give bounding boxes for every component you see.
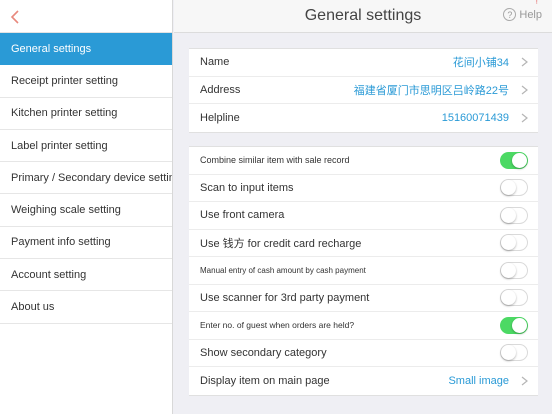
sidebar-item-payment-info[interactable]: Payment info setting	[0, 227, 172, 260]
helpline-row[interactable]: Helpline 15160071439	[189, 104, 538, 132]
sidebar-item-weighing-scale[interactable]: Weighing scale setting	[0, 194, 172, 227]
scan-to-input-toggle[interactable]	[500, 179, 528, 197]
option-row: Manual entry of cash amount by cash paym…	[189, 257, 538, 285]
front-camera-toggle[interactable]	[500, 206, 528, 224]
name-label: Name	[200, 56, 230, 69]
option-row: Use front camera	[189, 202, 538, 230]
name-row[interactable]: Name 花间小铺34	[189, 49, 538, 77]
option-label: Combine similar item with sale record	[200, 155, 350, 166]
sidebar-item-label: Payment info setting	[11, 236, 111, 249]
sidebar-item-label: General settings	[11, 42, 92, 55]
sidebar-item-receipt-printer[interactable]: Receipt printer setting	[0, 65, 172, 98]
question-icon: ?	[503, 8, 517, 21]
sidebar-item-label: About us	[11, 301, 55, 314]
toggle-knob	[501, 207, 516, 223]
credit-card-recharge-toggle[interactable]	[500, 234, 528, 252]
option-row: Show secondary category	[189, 340, 538, 367]
option-row: Use scanner for 3rd party payment	[189, 285, 538, 312]
chevron-right-icon	[521, 57, 528, 67]
toggle-knob	[512, 152, 527, 168]
scanner-3rd-party-toggle[interactable]	[500, 289, 528, 307]
store-info-group: Name 花间小铺34 Address 福建省厦门市思明区吕岭路22号 Help…	[189, 48, 538, 133]
toggle-knob	[501, 180, 516, 196]
option-label: Show secondary category	[200, 346, 327, 359]
sidebar-item-label: Receipt printer setting	[11, 74, 118, 87]
address-label: Address	[200, 83, 241, 96]
option-label: Use scanner for 3rd party payment	[200, 291, 370, 304]
sidebar-item-label: Weighing scale setting	[11, 204, 121, 217]
sidebar-item-label-printer[interactable]: Label printer setting	[0, 130, 172, 163]
sidebar-item-kitchen-printer[interactable]: Kitchen printer setting	[0, 98, 172, 130]
option-row: Use 钱方 for credit card recharge	[189, 230, 538, 257]
sidebar-item-primary-secondary-device[interactable]: Primary / Secondary device setting	[0, 162, 172, 195]
option-label: Use 钱方 for credit card recharge	[200, 237, 362, 250]
sidebar: General settings Receipt printer setting…	[0, 0, 173, 414]
page-title: General settings	[304, 7, 422, 24]
toggle-knob	[501, 235, 516, 251]
chevron-right-icon	[521, 113, 528, 123]
sidebar-item-general-settings[interactable]: General settings	[0, 33, 172, 66]
helpline-value: 15160071439	[441, 111, 509, 124]
option-row: Scan to input items	[189, 175, 538, 202]
sidebar-item-label: Account setting	[11, 268, 87, 281]
help-label: Help	[519, 8, 542, 21]
sidebar-header	[0, 0, 172, 33]
main-panel: General settings ? Help Name 花间小铺34 Addr…	[174, 0, 552, 414]
display-item-row[interactable]: Display item on main page Small image	[189, 367, 538, 395]
toggle-knob	[501, 345, 516, 361]
sidebar-item-label: Label printer setting	[11, 139, 108, 152]
helpline-label: Helpline	[200, 111, 240, 124]
option-label: Manual entry of cash amount by cash paym…	[200, 265, 366, 275]
guest-number-toggle[interactable]	[500, 316, 528, 334]
chevron-right-icon	[521, 85, 528, 95]
notification-dot-icon	[536, 0, 539, 6]
name-value: 花间小铺34	[452, 57, 509, 70]
display-item-value: Small image	[448, 374, 509, 387]
help-button[interactable]: ? Help	[503, 8, 542, 21]
sidebar-item-label: Primary / Secondary device setting	[11, 171, 172, 184]
toggle-knob	[501, 262, 516, 278]
option-row: Enter no. of guest when orders are held?	[189, 312, 538, 340]
option-label: Enter no. of guest when orders are held?	[200, 320, 355, 331]
options-group: Combine similar item with sale record Sc…	[189, 146, 538, 396]
manual-cash-entry-toggle[interactable]	[500, 261, 528, 279]
secondary-category-toggle[interactable]	[500, 344, 528, 362]
address-value: 福建省厦门市思明区吕岭路22号	[353, 84, 509, 97]
option-label: Use front camera	[200, 209, 285, 222]
chevron-right-icon	[521, 376, 528, 386]
sidebar-item-about-us[interactable]: About us	[0, 291, 172, 324]
option-label: Scan to input items	[200, 181, 294, 194]
combine-similar-item-toggle[interactable]	[500, 151, 528, 169]
sidebar-item-account[interactable]: Account setting	[0, 259, 172, 292]
address-row[interactable]: Address 福建省厦门市思明区吕岭路22号	[189, 77, 538, 104]
display-item-label: Display item on main page	[200, 374, 330, 387]
option-row: Combine similar item with sale record	[189, 147, 538, 175]
sidebar-item-label: Kitchen printer setting	[11, 107, 118, 120]
main-header: General settings ? Help	[174, 0, 552, 33]
back-chevron-icon[interactable]	[8, 9, 22, 25]
toggle-knob	[501, 290, 516, 306]
toggle-knob	[512, 317, 527, 333]
